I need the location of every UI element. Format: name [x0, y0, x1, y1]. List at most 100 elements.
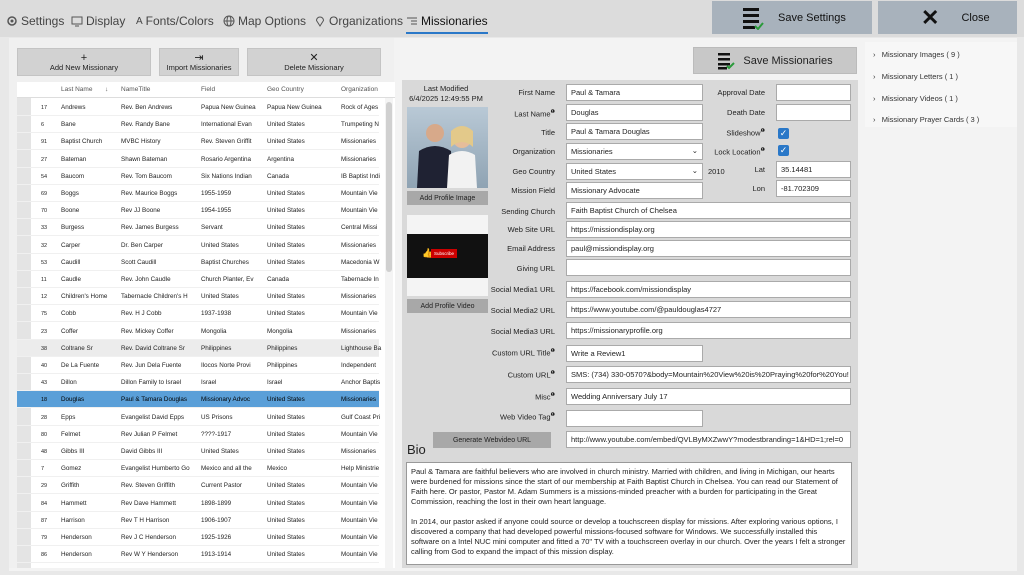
table-row[interactable]: 29 Griffith Rev. Steven Griffith Current Pa…	[17, 477, 379, 495]
table-cell: Caudle	[61, 276, 81, 283]
table-row[interactable]: 28 Epps Evangelist David Epps US Prisons Uni…	[17, 409, 380, 426]
missionary-images-item[interactable]: › Missionary Images ( 9 )	[873, 50, 960, 59]
table-row[interactable]: 32 Carper Dr. Ben Carper United States Unite…	[17, 237, 379, 254]
tab-organizations[interactable]: Organizations	[314, 12, 403, 30]
delete-missionary-button[interactable]: ✕ Delete Missionary	[247, 48, 381, 76]
table-cell: Hammett	[61, 499, 87, 507]
grid-scrollbar[interactable]	[385, 98, 393, 568]
slideshow-checkbox[interactable]: ✓	[778, 128, 789, 139]
table-row[interactable]: 48 Gibbs III David Gibbs III United States U…	[17, 443, 379, 460]
table-row[interactable]: 53 Caudill Scott Caudill Baptist Churches Un…	[17, 254, 380, 271]
custom-url-field[interactable]: SMS: (734) 330-0570?&body=Mountain%20Vie…	[566, 366, 851, 383]
table-cell: Rock of Ages	[341, 104, 379, 111]
add-profile-image-button[interactable]: Add Profile Image	[407, 191, 488, 205]
table-cell: 32	[41, 242, 48, 249]
save-settings-label: Save Settings	[778, 11, 846, 24]
table-row[interactable]: 11 Caudle Rev. John Caudle Church Planter, …	[17, 271, 379, 288]
table-cell: Rev. John Caudle	[121, 276, 171, 283]
approval-date-field[interactable]	[776, 84, 851, 101]
table-row[interactable]: 40 De La Fuente Rev. Jun Dela Fuente Ilocos…	[17, 357, 379, 374]
geo-country-select[interactable]: United States ⌄	[566, 163, 703, 180]
save-missionaries-button[interactable]: Save Missionaries	[693, 47, 857, 74]
generate-webvideo-button[interactable]: Generate Webvideo URL	[433, 432, 551, 448]
save-settings-button[interactable]: Save Settings	[712, 1, 872, 34]
lon-field[interactable]: -81.702309	[776, 180, 851, 197]
mission-field-label: Mission Field	[511, 186, 555, 195]
lock-location-checkbox[interactable]: ✓	[778, 145, 789, 156]
social3-field[interactable]: https://missionaryprofile.org	[566, 322, 851, 339]
table-cell: United States	[267, 138, 305, 146]
table-cell: 1906-1907	[201, 516, 232, 524]
table-row[interactable]: 84 Hammett Rev Dave Hammett 1898-1899 United…	[17, 495, 379, 512]
table-row[interactable]: 91 Baptist Church MVBC History Rev. Steven …	[17, 133, 379, 151]
title-field[interactable]: Paul & Tamara Douglas	[566, 123, 703, 140]
import-missionaries-button[interactable]: ⇥ Import Missionaries	[159, 48, 239, 76]
table-row[interactable]: 80 Felmet Rev Julian P Felmet ????-1917 Unit…	[17, 426, 379, 443]
table-row[interactable]: 79 Henderson Rev J C Henderson 1925-1926 Uni…	[17, 529, 379, 546]
social2-field[interactable]: https://www.youtube.com/@pauldouglas4727	[566, 301, 851, 318]
column-header[interactable]: Field	[201, 86, 215, 93]
table-row[interactable]: 6 Bane Rev. Randy Bane International Evan Un…	[17, 116, 379, 134]
close-button[interactable]: ✕ Close	[878, 1, 1017, 34]
tab-display[interactable]: Display	[71, 12, 125, 30]
table-cell: Six Nations Indian	[201, 172, 252, 180]
social1-field[interactable]: https://facebook.com/missiondisplay	[566, 281, 851, 298]
death-date-field[interactable]	[776, 104, 851, 121]
table-cell: 17	[41, 105, 48, 111]
table-row[interactable]: 18 Douglas Paul & Tamara Douglas Missionary…	[17, 391, 379, 409]
lat-field[interactable]: 35.14481	[776, 161, 851, 178]
column-header[interactable]: Last Name	[61, 86, 92, 93]
tab-settings[interactable]: Settings	[6, 12, 64, 30]
table-row[interactable]: 27 Bateman Shawn Bateman Rosario Argentina A…	[17, 151, 379, 168]
column-header[interactable]: Geo Country	[267, 86, 304, 93]
custom-title-field[interactable]: Write a Review1	[566, 345, 703, 362]
table-cell: Dillon Family to Israel	[121, 379, 182, 387]
add-missionary-button[interactable]: + Add New Missionary	[17, 48, 151, 76]
table-row[interactable]: 33 Burgess Rev. James Burgess Servant United…	[17, 219, 379, 237]
missionary-letters-item[interactable]: › Missionary Letters ( 1 )	[873, 72, 958, 81]
sending-church-field[interactable]: Faith Baptist Church of Chelsea	[566, 202, 851, 219]
scrollbar-thumb[interactable]	[386, 102, 392, 272]
table-row[interactable]: 69 Boggs Rev. Maurice Boggs 1955-1959 United…	[17, 185, 379, 202]
profile-image[interactable]	[407, 107, 488, 188]
table-cell: Rev Dave Hammett	[121, 499, 176, 507]
table-cell: Missionary Advoc	[201, 396, 250, 404]
table-cell: Help Ministrie	[341, 465, 380, 473]
table-row[interactable]: 17 Andrews Rev. Ben Andrews Papua New Guine…	[17, 99, 379, 116]
misc-field[interactable]: Wedding Anniversary July 17	[566, 388, 851, 405]
web-video-url-field[interactable]: http://www.youtube.com/embed/QVLByMXZwwY…	[566, 431, 851, 448]
first-name-field[interactable]: Paul & Tamara	[566, 84, 703, 101]
missionary-prayer-cards-item[interactable]: › Missionary Prayer Cards ( 3 )	[873, 115, 979, 124]
website-field[interactable]: https://missiondisplay.org	[566, 221, 851, 238]
add-profile-video-button[interactable]: Add Profile Video	[407, 299, 488, 313]
table-cell: Baptist Church	[61, 138, 103, 146]
table-row[interactable]: 12 Children's Home Tabernacle Children's H…	[17, 288, 379, 306]
tab-map-options[interactable]: Map Options	[223, 12, 306, 30]
bio-textarea[interactable]: Paul & Tamara are faithful believers who…	[406, 462, 852, 565]
mission-field-input[interactable]: Missionary Advocate	[566, 182, 703, 199]
last-name-field[interactable]: Douglas	[566, 104, 703, 121]
add-missionary-label: Add New Missionary	[49, 62, 119, 72]
web-video-tag-field[interactable]	[566, 410, 703, 427]
table-row[interactable]: 43 Dillon Dillon Family to Israel Israel Isr…	[17, 374, 380, 392]
column-header[interactable]: Organization	[341, 86, 378, 93]
tab-missionaries[interactable]: Missionaries	[406, 12, 488, 34]
profile-video[interactable]: 👍 Subscribe	[407, 215, 488, 296]
table-row[interactable]: 38 Coltrane Sr Rev. David Coltrane Sr Phili…	[17, 339, 381, 357]
missionary-videos-item[interactable]: › Missionary Videos ( 1 )	[873, 94, 958, 103]
table-row[interactable]: 86 Henderson Rev W Y Henderson 1913-1914 Uni…	[17, 546, 379, 564]
table-row[interactable]: 7 Gomez Evangelist Humberto Go Mexico and a…	[17, 460, 379, 478]
table-row[interactable]: 75 Cobb Rev. H J Cobb 1937-1938 United State…	[17, 305, 379, 323]
table-row[interactable]: 70 Boone Rev JJ Boone 1954-1955 United State…	[17, 202, 379, 220]
table-row[interactable]: 87 Harrison Rev T H Harrison 1906-1907 Unite…	[17, 512, 379, 529]
table-row[interactable]: 23 Coffer Rev. Mickey Coffer Mongolia Mongol…	[17, 323, 379, 340]
tab-fonts-colors[interactable]: A Fonts/Colors	[136, 12, 214, 30]
table-row[interactable]: 54 Baucom Rev. Tom Baucom Six Nations India…	[17, 168, 380, 185]
email-field[interactable]: paul@missiondisplay.org	[566, 240, 851, 257]
table-cell: 6	[41, 122, 45, 129]
organization-select[interactable]: Missionaries ⌄	[566, 143, 703, 160]
table-cell: Missionaries	[341, 155, 376, 163]
table-cell: MVBC History	[121, 138, 161, 146]
giving-field[interactable]	[566, 259, 851, 276]
column-header[interactable]: NameTitle	[121, 86, 150, 93]
